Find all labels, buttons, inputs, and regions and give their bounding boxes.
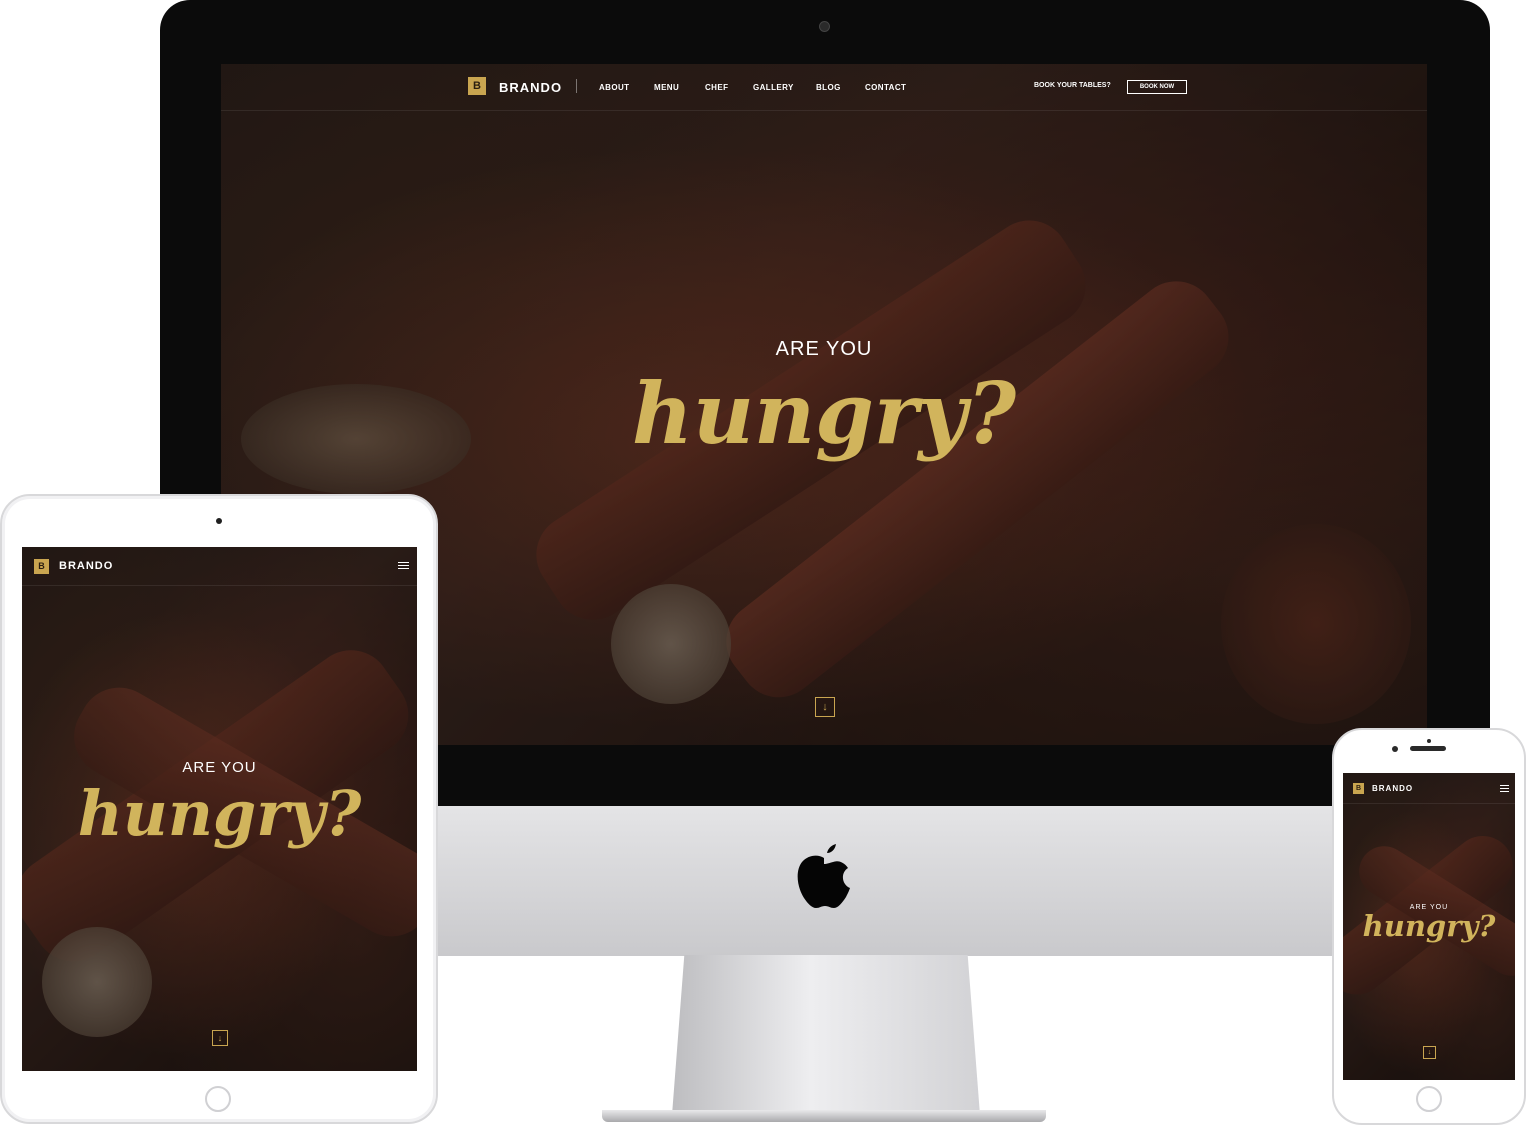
book-now-button[interactable]: BOOK NOW — [1127, 80, 1187, 94]
iphone-camera — [1392, 746, 1398, 752]
hero-script-title: hungry? — [77, 777, 362, 850]
ipad-screen: B BRANDO ARE YOU hungry? ↓ — [22, 547, 417, 1071]
imac-stand — [672, 955, 980, 1115]
imac-base — [602, 1110, 1046, 1122]
iphone-sensor — [1427, 739, 1431, 743]
brand-name[interactable]: BRANDO — [499, 80, 562, 95]
nav-item-about[interactable]: ABOUT — [599, 83, 629, 92]
scroll-down-button[interactable]: ↓ — [1423, 1046, 1436, 1059]
nav-divider — [576, 79, 577, 93]
brand-logo[interactable]: B — [1353, 783, 1364, 794]
iphone-speaker — [1410, 746, 1446, 751]
apple-logo-icon — [797, 844, 850, 908]
hero-script-title: hungry? — [631, 364, 1017, 463]
top-navigation: B BRANDO — [22, 547, 417, 586]
iphone-screen: B BRANDO ARE YOU hungry? ↓ — [1343, 773, 1515, 1080]
hamburger-icon[interactable] — [398, 562, 409, 571]
scroll-down-button[interactable]: ↓ — [212, 1030, 228, 1046]
nav-item-menu[interactable]: MENU — [654, 83, 679, 92]
scroll-down-button[interactable]: ↓ — [815, 697, 835, 717]
nav-item-chef[interactable]: CHEF — [705, 83, 728, 92]
hero-script-title: hungry? — [1362, 909, 1496, 943]
brand-name[interactable]: BRANDO — [1372, 784, 1413, 793]
ipad-home-button[interactable] — [205, 1086, 231, 1112]
nav-item-gallery[interactable]: GALLERY — [753, 83, 794, 92]
top-navigation: B BRANDO — [1343, 773, 1515, 804]
brand-name[interactable]: BRANDO — [59, 560, 113, 572]
ipad-camera — [216, 518, 222, 524]
brand-logo[interactable]: B — [468, 77, 486, 95]
hero-headline: ARE YOU — [182, 759, 257, 776]
book-prompt: BOOK YOUR TABLES? — [1034, 82, 1111, 89]
nav-item-blog[interactable]: BLOG — [816, 83, 841, 92]
iphone-home-button[interactable] — [1416, 1086, 1442, 1112]
imac-camera — [819, 21, 830, 32]
brand-logo[interactable]: B — [34, 559, 49, 574]
nav-item-contact[interactable]: CONTACT — [865, 83, 906, 92]
hamburger-icon[interactable] — [1500, 785, 1509, 794]
top-navigation: B BRANDO ABOUT MENU CHEF GALLERY BLOG CO… — [221, 64, 1427, 111]
hero-headline: ARE YOU — [775, 338, 873, 360]
